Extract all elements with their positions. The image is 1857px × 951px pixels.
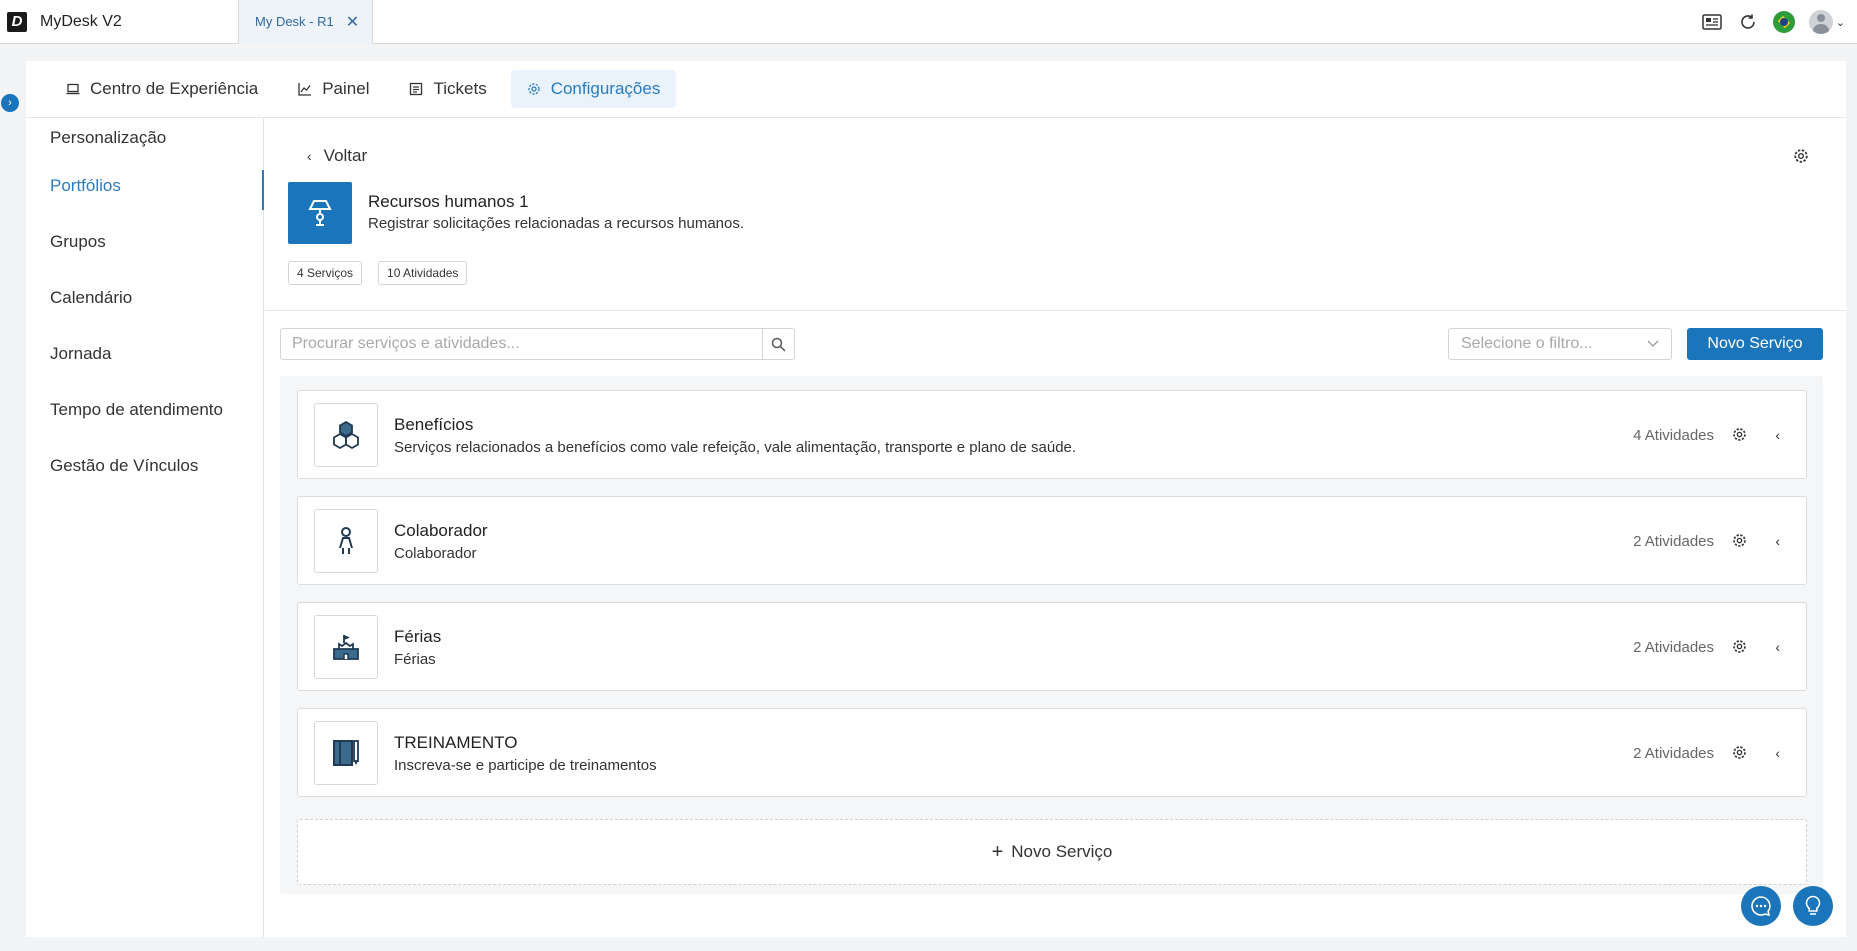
service-name: Férias bbox=[394, 627, 442, 646]
top-navigation: Centro de Experiência Painel Tickets Con… bbox=[26, 61, 1846, 118]
app-title: MyDesk V2 bbox=[40, 12, 122, 30]
gear-icon bbox=[528, 83, 540, 95]
service-name: Benefícios bbox=[394, 415, 474, 434]
service-activity-count: 2 Atividades bbox=[1633, 533, 1714, 550]
portfolio-stats: 4 Serviços 10 Atividades bbox=[288, 261, 468, 285]
expand-chevron-icon[interactable]: ‹ bbox=[1775, 427, 1780, 443]
service-description: Inscreva-se e participe de treinamentos bbox=[394, 757, 657, 774]
search-box bbox=[280, 328, 795, 360]
portfolio-title: Recursos humanos 1 bbox=[368, 192, 529, 211]
nav-painel[interactable]: Painel bbox=[282, 70, 385, 108]
hexagons-icon bbox=[314, 403, 378, 467]
notebook-icon bbox=[314, 721, 378, 785]
sandcastle-icon bbox=[314, 615, 378, 679]
filter-select[interactable]: Selecione o filtro... bbox=[1448, 328, 1672, 360]
sidebar-item-personalizacao[interactable]: Personalização bbox=[26, 118, 263, 158]
portfolio-description: Registrar solicitações relacionadas a re… bbox=[368, 215, 745, 232]
tab-mydesk-r1[interactable]: My Desk - R1 ✕ bbox=[238, 0, 373, 44]
main-card: Centro de Experiência Painel Tickets Con… bbox=[26, 61, 1846, 937]
expand-chevron-icon[interactable]: ‹ bbox=[1775, 533, 1780, 549]
service-description: Férias bbox=[394, 651, 436, 668]
plus-icon: + bbox=[991, 841, 1004, 863]
news-icon[interactable] bbox=[1701, 11, 1723, 33]
service-row[interactable]: Benefícios Serviços relacionados a benef… bbox=[297, 390, 1807, 479]
search-icon[interactable] bbox=[762, 329, 794, 359]
refresh-icon[interactable] bbox=[1737, 11, 1759, 33]
expand-sidebar-icon[interactable]: › bbox=[1, 94, 19, 112]
chevron-down-icon: ⌄ bbox=[1835, 16, 1845, 29]
user-menu[interactable]: ⌄ bbox=[1808, 10, 1845, 34]
brazil-flag-icon[interactable] bbox=[1772, 11, 1795, 33]
activities-count-badge: 10 Atividades bbox=[378, 261, 468, 285]
service-activity-count: 2 Atividades bbox=[1633, 639, 1714, 656]
service-row[interactable]: Férias Férias 2 Atividades ‹ bbox=[297, 602, 1807, 691]
sidebar-item-portfolios[interactable]: Portfólios bbox=[26, 158, 264, 214]
service-activity-count: 4 Atividades bbox=[1633, 427, 1714, 444]
nav-centro-de-experiencia[interactable]: Centro de Experiência bbox=[50, 70, 274, 108]
person-icon bbox=[314, 509, 378, 573]
chat-icon[interactable] bbox=[1741, 886, 1781, 926]
sidebar-item-grupos[interactable]: Grupos bbox=[26, 214, 263, 270]
portfolio-content: ‹ Voltar Recursos humanos 1 Registrar so… bbox=[265, 118, 1846, 937]
close-icon[interactable]: ✕ bbox=[346, 12, 359, 32]
document-list-icon bbox=[410, 82, 423, 96]
laptop-icon bbox=[66, 83, 80, 95]
service-settings-icon[interactable] bbox=[1732, 427, 1747, 447]
app-logo: D bbox=[7, 11, 27, 32]
service-description: Colaborador bbox=[394, 545, 477, 562]
nav-configuracoes[interactable]: Configurações bbox=[510, 70, 677, 108]
sidebar-item-calendario[interactable]: Calendário bbox=[26, 270, 263, 326]
expand-chevron-icon[interactable]: ‹ bbox=[1775, 745, 1780, 761]
sidebar-item-tempo-de-atendimento[interactable]: Tempo de atendimento bbox=[26, 382, 263, 438]
sidebar-item-jornada[interactable]: Jornada bbox=[26, 326, 263, 382]
tab-label: My Desk - R1 bbox=[255, 14, 334, 29]
expand-chevron-icon[interactable]: ‹ bbox=[1775, 639, 1780, 655]
service-row[interactable]: TREINAMENTO Inscreva-se e participe de t… bbox=[297, 708, 1807, 797]
title-bar: D MyDesk V2 My Desk - R1 ✕ ⌄ bbox=[0, 0, 1857, 44]
service-settings-icon[interactable] bbox=[1732, 533, 1747, 553]
settings-sidebar: Personalização Portfólios Grupos Calendá… bbox=[26, 118, 264, 937]
lamp-icon bbox=[288, 182, 352, 244]
search-input[interactable] bbox=[281, 329, 762, 359]
chevron-down-icon bbox=[1647, 340, 1659, 347]
filter-placeholder: Selecione o filtro... bbox=[1461, 335, 1593, 352]
service-settings-icon[interactable] bbox=[1732, 639, 1747, 659]
chart-line-icon bbox=[298, 83, 312, 96]
avatar bbox=[1808, 10, 1833, 34]
left-rail bbox=[0, 44, 10, 951]
service-description: Serviços relacionados a benefícios como … bbox=[394, 439, 1077, 456]
service-name: TREINAMENTO bbox=[394, 733, 518, 752]
service-settings-icon[interactable] bbox=[1732, 745, 1747, 765]
lightbulb-icon[interactable] bbox=[1793, 886, 1833, 926]
services-count-badge: 4 Serviços bbox=[288, 261, 363, 285]
nav-tickets[interactable]: Tickets bbox=[393, 70, 502, 108]
service-list: Benefícios Serviços relacionados a benef… bbox=[280, 376, 1823, 894]
portfolio-settings-icon[interactable] bbox=[1793, 148, 1809, 169]
service-activity-count: 2 Atividades bbox=[1633, 745, 1714, 762]
chevron-left-icon: ‹ bbox=[307, 148, 312, 164]
back-button[interactable]: ‹ Voltar bbox=[307, 146, 367, 166]
divider bbox=[265, 310, 1846, 311]
service-name: Colaborador bbox=[394, 521, 488, 540]
sidebar-item-gestao-de-vinculos[interactable]: Gestão de Vínculos bbox=[26, 438, 263, 494]
add-service-button[interactable]: + Novo Serviço bbox=[297, 819, 1807, 885]
titlebar-actions: ⌄ bbox=[1701, 0, 1845, 44]
new-service-button[interactable]: Novo Serviço bbox=[1687, 328, 1823, 360]
service-row[interactable]: Colaborador Colaborador 2 Atividades ‹ bbox=[297, 496, 1807, 585]
